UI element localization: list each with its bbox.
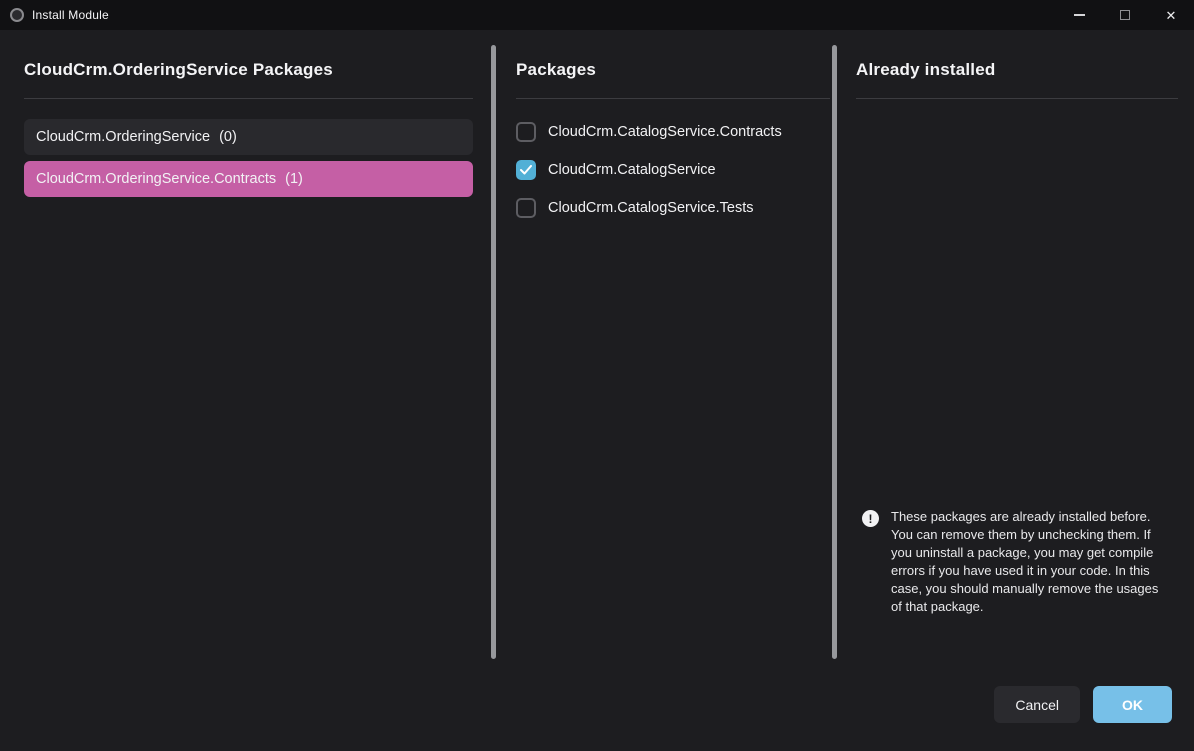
ok-button[interactable]: OK xyxy=(1093,686,1172,723)
checkbox-unchecked[interactable] xyxy=(516,198,536,218)
close-button[interactable]: ✕ xyxy=(1148,0,1194,30)
module-item-orderingservice-contracts[interactable]: CloudCrm.OrderingService.Contracts (1) xyxy=(24,161,473,197)
minimize-icon xyxy=(1074,14,1085,16)
package-label: CloudCrm.CatalogService xyxy=(548,162,716,178)
maximize-icon xyxy=(1120,10,1130,20)
checkbox-checked[interactable] xyxy=(516,160,536,180)
install-module-window: Install Module ✕ CloudCrm.OrderingServic… xyxy=(0,0,1194,751)
close-icon: ✕ xyxy=(1166,9,1177,22)
package-row-catalogservice-contracts[interactable]: CloudCrm.CatalogService.Contracts xyxy=(516,120,830,143)
info-icon: ! xyxy=(862,510,879,527)
already-installed-title: Already installed xyxy=(856,60,1178,99)
maximize-button[interactable] xyxy=(1102,0,1148,30)
scrollbar-left-panel[interactable] xyxy=(491,45,496,659)
module-item-count: (0) xyxy=(219,129,237,145)
check-icon xyxy=(520,165,532,175)
package-label: CloudCrm.CatalogService.Tests xyxy=(548,200,754,216)
module-item-orderingservice[interactable]: CloudCrm.OrderingService (0) xyxy=(24,119,473,155)
uninstall-warning-note: ! These packages are already installed b… xyxy=(862,508,1164,616)
package-list: CloudCrm.CatalogService.Contracts CloudC… xyxy=(516,120,830,219)
packages-panel-title: Packages xyxy=(516,60,830,99)
module-item-label: CloudCrm.OrderingService.Contracts xyxy=(36,171,276,187)
titlebar: Install Module ✕ xyxy=(0,0,1194,30)
scrollbar-middle-panel[interactable] xyxy=(832,45,837,659)
package-row-catalogservice[interactable]: CloudCrm.CatalogService xyxy=(516,158,830,181)
already-installed-panel: Already installed xyxy=(856,60,1178,99)
cancel-button[interactable]: Cancel xyxy=(994,686,1080,723)
minimize-button[interactable] xyxy=(1056,0,1102,30)
modules-panel: CloudCrm.OrderingService Packages CloudC… xyxy=(24,60,473,197)
window-title: Install Module xyxy=(32,8,109,22)
module-list: CloudCrm.OrderingService (0) CloudCrm.Or… xyxy=(24,119,473,197)
uninstall-warning-text: These packages are already installed bef… xyxy=(891,508,1159,616)
modules-panel-title: CloudCrm.OrderingService Packages xyxy=(24,60,473,99)
checkbox-unchecked[interactable] xyxy=(516,122,536,142)
package-label: CloudCrm.CatalogService.Contracts xyxy=(548,124,782,140)
window-controls: ✕ xyxy=(1056,0,1194,30)
module-item-label: CloudCrm.OrderingService xyxy=(36,129,210,145)
packages-panel: Packages CloudCrm.CatalogService.Contrac… xyxy=(516,60,830,219)
app-icon xyxy=(10,8,24,22)
package-row-catalogservice-tests[interactable]: CloudCrm.CatalogService.Tests xyxy=(516,196,830,219)
module-item-count: (1) xyxy=(285,171,303,187)
dialog-footer: Cancel OK xyxy=(994,686,1172,723)
